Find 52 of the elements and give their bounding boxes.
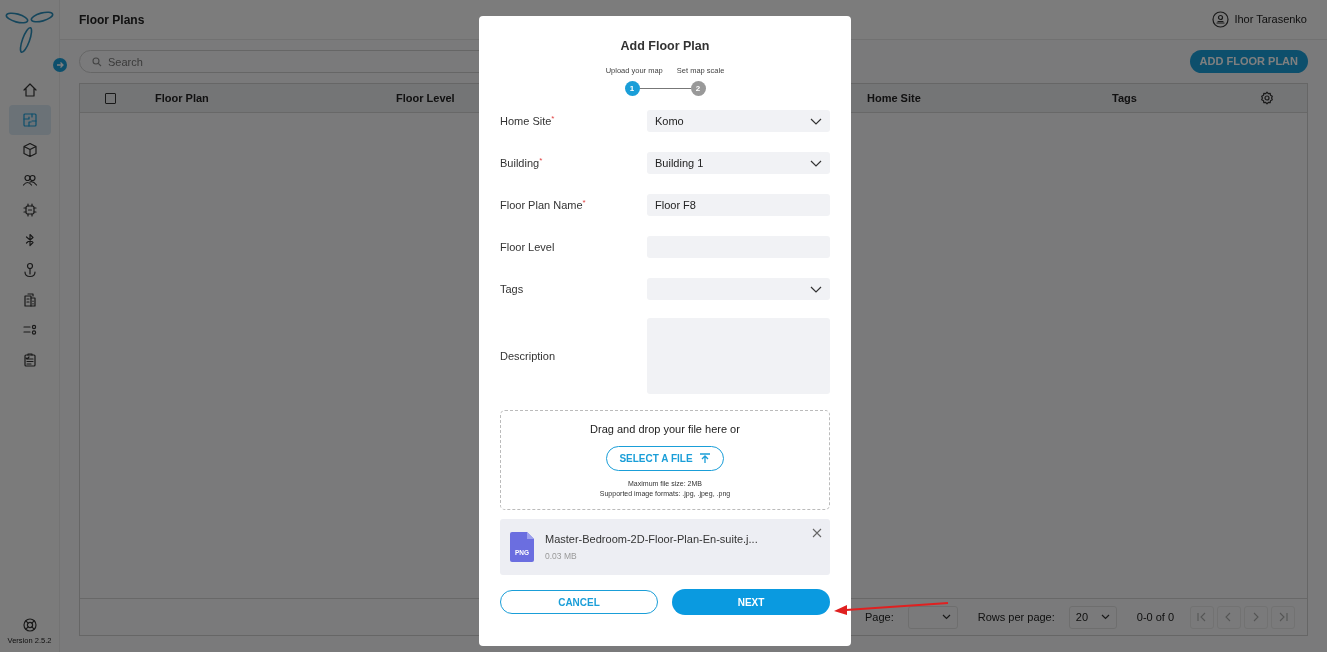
column-header[interactable]: Home Site xyxy=(867,91,921,104)
field-label: Floor Plan Name* xyxy=(500,196,586,213)
first-page-button[interactable] xyxy=(1190,605,1215,629)
help-icon[interactable] xyxy=(22,617,37,632)
column-header[interactable]: Tags xyxy=(1112,91,1137,104)
page-range: 0-0 of 0 xyxy=(1136,609,1175,625)
page-label: Page: xyxy=(865,609,894,625)
user-name[interactable]: Ihor Tarasenko xyxy=(1234,11,1307,28)
next-button[interactable]: NEXT xyxy=(672,589,830,615)
field-label: Home Site* xyxy=(500,112,555,129)
page-title: Floor Plans xyxy=(79,11,145,29)
column-header[interactable]: Floor Level xyxy=(396,91,455,104)
chevron-down-icon xyxy=(810,159,822,167)
dropdown-field[interactable]: Building 1 xyxy=(647,152,830,174)
cube-icon xyxy=(21,141,38,158)
location-pin-icon xyxy=(21,261,38,278)
cancel-button[interactable]: CANCEL xyxy=(500,590,658,614)
drop-prompt: Drag and drop your file here or xyxy=(590,422,740,437)
dialog-title: Add Floor Plan xyxy=(619,38,711,55)
clipboard-icon xyxy=(21,351,38,368)
chevron-down-icon xyxy=(810,117,822,125)
field-label: Building* xyxy=(500,154,543,171)
floor-plan-icon xyxy=(21,111,38,128)
last-page-button[interactable] xyxy=(1271,605,1296,629)
chevron-down-icon xyxy=(941,614,951,620)
expand-icon[interactable] xyxy=(53,58,67,73)
building-icon xyxy=(21,291,38,308)
rows-per-page-label: Rows per page: xyxy=(977,609,1055,625)
step-indicator[interactable]: 2 xyxy=(690,81,706,96)
chevron-down-icon xyxy=(810,285,822,293)
input-field[interactable]: Floor F8 xyxy=(647,194,830,216)
select-file-button[interactable]: SELECT A FILE xyxy=(606,445,724,471)
field-label: Tags xyxy=(500,281,524,297)
settings-icon[interactable] xyxy=(1260,91,1274,105)
page-select[interactable] xyxy=(907,605,958,629)
column-header[interactable]: Floor Plan xyxy=(155,91,209,104)
dropdown-field[interactable]: Komo xyxy=(647,110,830,132)
sidebar-item[interactable] xyxy=(8,104,51,135)
step-indicator[interactable]: 1 xyxy=(624,81,640,96)
file-size: 0.03 MB xyxy=(545,550,578,564)
file-name: Master-Bedroom-2D-Floor-Plan-En-suite.j... xyxy=(545,531,758,547)
chip-icon xyxy=(21,201,38,218)
chevron-down-icon xyxy=(1100,614,1110,620)
upload-icon xyxy=(698,452,711,464)
home-icon xyxy=(21,81,38,98)
dropdown-field[interactable] xyxy=(647,278,830,300)
add-floor-plan-button[interactable]: ADD FLOOR PLAN xyxy=(1189,50,1308,73)
field-label: Floor Level xyxy=(500,239,555,255)
rows-per-page-select[interactable]: 20 xyxy=(1068,605,1117,629)
field-label: Description xyxy=(500,348,556,364)
select-all-checkbox[interactable] xyxy=(104,92,116,104)
user-avatar-icon[interactable] xyxy=(1211,11,1229,28)
